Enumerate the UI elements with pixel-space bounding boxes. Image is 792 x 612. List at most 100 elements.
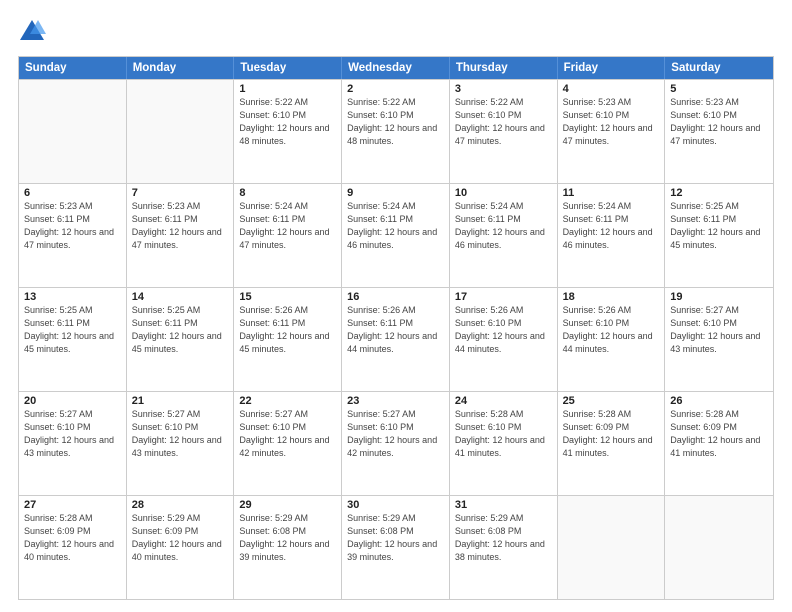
day-info: Sunrise: 5:24 AM Sunset: 6:11 PM Dayligh… xyxy=(239,200,336,252)
day-number: 15 xyxy=(239,291,336,303)
cal-cell: 6Sunrise: 5:23 AM Sunset: 6:11 PM Daylig… xyxy=(19,184,127,287)
day-number: 25 xyxy=(563,395,660,407)
cal-cell: 1Sunrise: 5:22 AM Sunset: 6:10 PM Daylig… xyxy=(234,80,342,183)
cal-header-saturday: Saturday xyxy=(665,57,773,79)
day-number: 28 xyxy=(132,499,229,511)
day-number: 31 xyxy=(455,499,552,511)
cal-cell: 2Sunrise: 5:22 AM Sunset: 6:10 PM Daylig… xyxy=(342,80,450,183)
cal-cell: 28Sunrise: 5:29 AM Sunset: 6:09 PM Dayli… xyxy=(127,496,235,599)
cal-cell: 27Sunrise: 5:28 AM Sunset: 6:09 PM Dayli… xyxy=(19,496,127,599)
logo-icon xyxy=(18,18,46,46)
cal-week-2: 6Sunrise: 5:23 AM Sunset: 6:11 PM Daylig… xyxy=(19,183,773,287)
cal-cell: 9Sunrise: 5:24 AM Sunset: 6:11 PM Daylig… xyxy=(342,184,450,287)
calendar-body: 1Sunrise: 5:22 AM Sunset: 6:10 PM Daylig… xyxy=(19,79,773,599)
day-info: Sunrise: 5:28 AM Sunset: 6:10 PM Dayligh… xyxy=(455,408,552,460)
day-info: Sunrise: 5:23 AM Sunset: 6:11 PM Dayligh… xyxy=(132,200,229,252)
cal-cell xyxy=(558,496,666,599)
cal-week-4: 20Sunrise: 5:27 AM Sunset: 6:10 PM Dayli… xyxy=(19,391,773,495)
day-number: 27 xyxy=(24,499,121,511)
cal-header-tuesday: Tuesday xyxy=(234,57,342,79)
day-number: 23 xyxy=(347,395,444,407)
cal-header-monday: Monday xyxy=(127,57,235,79)
day-number: 13 xyxy=(24,291,121,303)
day-number: 10 xyxy=(455,187,552,199)
cal-cell: 24Sunrise: 5:28 AM Sunset: 6:10 PM Dayli… xyxy=(450,392,558,495)
cal-cell: 31Sunrise: 5:29 AM Sunset: 6:08 PM Dayli… xyxy=(450,496,558,599)
day-info: Sunrise: 5:25 AM Sunset: 6:11 PM Dayligh… xyxy=(670,200,768,252)
cal-cell xyxy=(665,496,773,599)
cal-cell: 8Sunrise: 5:24 AM Sunset: 6:11 PM Daylig… xyxy=(234,184,342,287)
cal-cell: 25Sunrise: 5:28 AM Sunset: 6:09 PM Dayli… xyxy=(558,392,666,495)
cal-cell: 10Sunrise: 5:24 AM Sunset: 6:11 PM Dayli… xyxy=(450,184,558,287)
day-number: 19 xyxy=(670,291,768,303)
day-info: Sunrise: 5:29 AM Sunset: 6:08 PM Dayligh… xyxy=(239,512,336,564)
day-info: Sunrise: 5:26 AM Sunset: 6:11 PM Dayligh… xyxy=(239,304,336,356)
day-number: 17 xyxy=(455,291,552,303)
day-number: 2 xyxy=(347,83,444,95)
cal-cell: 19Sunrise: 5:27 AM Sunset: 6:10 PM Dayli… xyxy=(665,288,773,391)
cal-cell: 26Sunrise: 5:28 AM Sunset: 6:09 PM Dayli… xyxy=(665,392,773,495)
day-info: Sunrise: 5:24 AM Sunset: 6:11 PM Dayligh… xyxy=(455,200,552,252)
page: SundayMondayTuesdayWednesdayThursdayFrid… xyxy=(0,0,792,612)
day-info: Sunrise: 5:27 AM Sunset: 6:10 PM Dayligh… xyxy=(347,408,444,460)
cal-header-wednesday: Wednesday xyxy=(342,57,450,79)
cal-cell: 18Sunrise: 5:26 AM Sunset: 6:10 PM Dayli… xyxy=(558,288,666,391)
day-info: Sunrise: 5:29 AM Sunset: 6:08 PM Dayligh… xyxy=(347,512,444,564)
cal-week-5: 27Sunrise: 5:28 AM Sunset: 6:09 PM Dayli… xyxy=(19,495,773,599)
cal-cell: 12Sunrise: 5:25 AM Sunset: 6:11 PM Dayli… xyxy=(665,184,773,287)
cal-header-thursday: Thursday xyxy=(450,57,558,79)
day-number: 24 xyxy=(455,395,552,407)
day-number: 21 xyxy=(132,395,229,407)
day-info: Sunrise: 5:25 AM Sunset: 6:11 PM Dayligh… xyxy=(132,304,229,356)
day-number: 6 xyxy=(24,187,121,199)
cal-cell: 30Sunrise: 5:29 AM Sunset: 6:08 PM Dayli… xyxy=(342,496,450,599)
cal-cell: 23Sunrise: 5:27 AM Sunset: 6:10 PM Dayli… xyxy=(342,392,450,495)
day-info: Sunrise: 5:22 AM Sunset: 6:10 PM Dayligh… xyxy=(347,96,444,148)
day-number: 12 xyxy=(670,187,768,199)
cal-cell: 14Sunrise: 5:25 AM Sunset: 6:11 PM Dayli… xyxy=(127,288,235,391)
cal-week-3: 13Sunrise: 5:25 AM Sunset: 6:11 PM Dayli… xyxy=(19,287,773,391)
day-info: Sunrise: 5:29 AM Sunset: 6:08 PM Dayligh… xyxy=(455,512,552,564)
day-info: Sunrise: 5:27 AM Sunset: 6:10 PM Dayligh… xyxy=(670,304,768,356)
cal-cell: 17Sunrise: 5:26 AM Sunset: 6:10 PM Dayli… xyxy=(450,288,558,391)
day-number: 16 xyxy=(347,291,444,303)
day-info: Sunrise: 5:28 AM Sunset: 6:09 PM Dayligh… xyxy=(24,512,121,564)
cal-cell: 7Sunrise: 5:23 AM Sunset: 6:11 PM Daylig… xyxy=(127,184,235,287)
day-number: 1 xyxy=(239,83,336,95)
logo xyxy=(18,18,50,46)
day-info: Sunrise: 5:25 AM Sunset: 6:11 PM Dayligh… xyxy=(24,304,121,356)
day-info: Sunrise: 5:23 AM Sunset: 6:11 PM Dayligh… xyxy=(24,200,121,252)
day-info: Sunrise: 5:27 AM Sunset: 6:10 PM Dayligh… xyxy=(24,408,121,460)
cal-cell: 13Sunrise: 5:25 AM Sunset: 6:11 PM Dayli… xyxy=(19,288,127,391)
calendar: SundayMondayTuesdayWednesdayThursdayFrid… xyxy=(18,56,774,600)
cal-cell: 16Sunrise: 5:26 AM Sunset: 6:11 PM Dayli… xyxy=(342,288,450,391)
cal-cell: 5Sunrise: 5:23 AM Sunset: 6:10 PM Daylig… xyxy=(665,80,773,183)
day-info: Sunrise: 5:28 AM Sunset: 6:09 PM Dayligh… xyxy=(563,408,660,460)
day-number: 18 xyxy=(563,291,660,303)
day-info: Sunrise: 5:23 AM Sunset: 6:10 PM Dayligh… xyxy=(670,96,768,148)
day-info: Sunrise: 5:26 AM Sunset: 6:10 PM Dayligh… xyxy=(563,304,660,356)
day-number: 30 xyxy=(347,499,444,511)
cal-cell: 3Sunrise: 5:22 AM Sunset: 6:10 PM Daylig… xyxy=(450,80,558,183)
cal-cell: 21Sunrise: 5:27 AM Sunset: 6:10 PM Dayli… xyxy=(127,392,235,495)
cal-week-1: 1Sunrise: 5:22 AM Sunset: 6:10 PM Daylig… xyxy=(19,79,773,183)
cal-cell: 11Sunrise: 5:24 AM Sunset: 6:11 PM Dayli… xyxy=(558,184,666,287)
day-info: Sunrise: 5:22 AM Sunset: 6:10 PM Dayligh… xyxy=(239,96,336,148)
cal-header-sunday: Sunday xyxy=(19,57,127,79)
cal-cell xyxy=(19,80,127,183)
day-info: Sunrise: 5:29 AM Sunset: 6:09 PM Dayligh… xyxy=(132,512,229,564)
header xyxy=(18,18,774,46)
day-number: 11 xyxy=(563,187,660,199)
day-info: Sunrise: 5:27 AM Sunset: 6:10 PM Dayligh… xyxy=(239,408,336,460)
day-number: 4 xyxy=(563,83,660,95)
day-number: 9 xyxy=(347,187,444,199)
day-number: 8 xyxy=(239,187,336,199)
day-info: Sunrise: 5:24 AM Sunset: 6:11 PM Dayligh… xyxy=(563,200,660,252)
cal-cell: 4Sunrise: 5:23 AM Sunset: 6:10 PM Daylig… xyxy=(558,80,666,183)
day-info: Sunrise: 5:23 AM Sunset: 6:10 PM Dayligh… xyxy=(563,96,660,148)
day-info: Sunrise: 5:28 AM Sunset: 6:09 PM Dayligh… xyxy=(670,408,768,460)
cal-cell: 15Sunrise: 5:26 AM Sunset: 6:11 PM Dayli… xyxy=(234,288,342,391)
day-info: Sunrise: 5:27 AM Sunset: 6:10 PM Dayligh… xyxy=(132,408,229,460)
cal-cell: 20Sunrise: 5:27 AM Sunset: 6:10 PM Dayli… xyxy=(19,392,127,495)
cal-cell xyxy=(127,80,235,183)
